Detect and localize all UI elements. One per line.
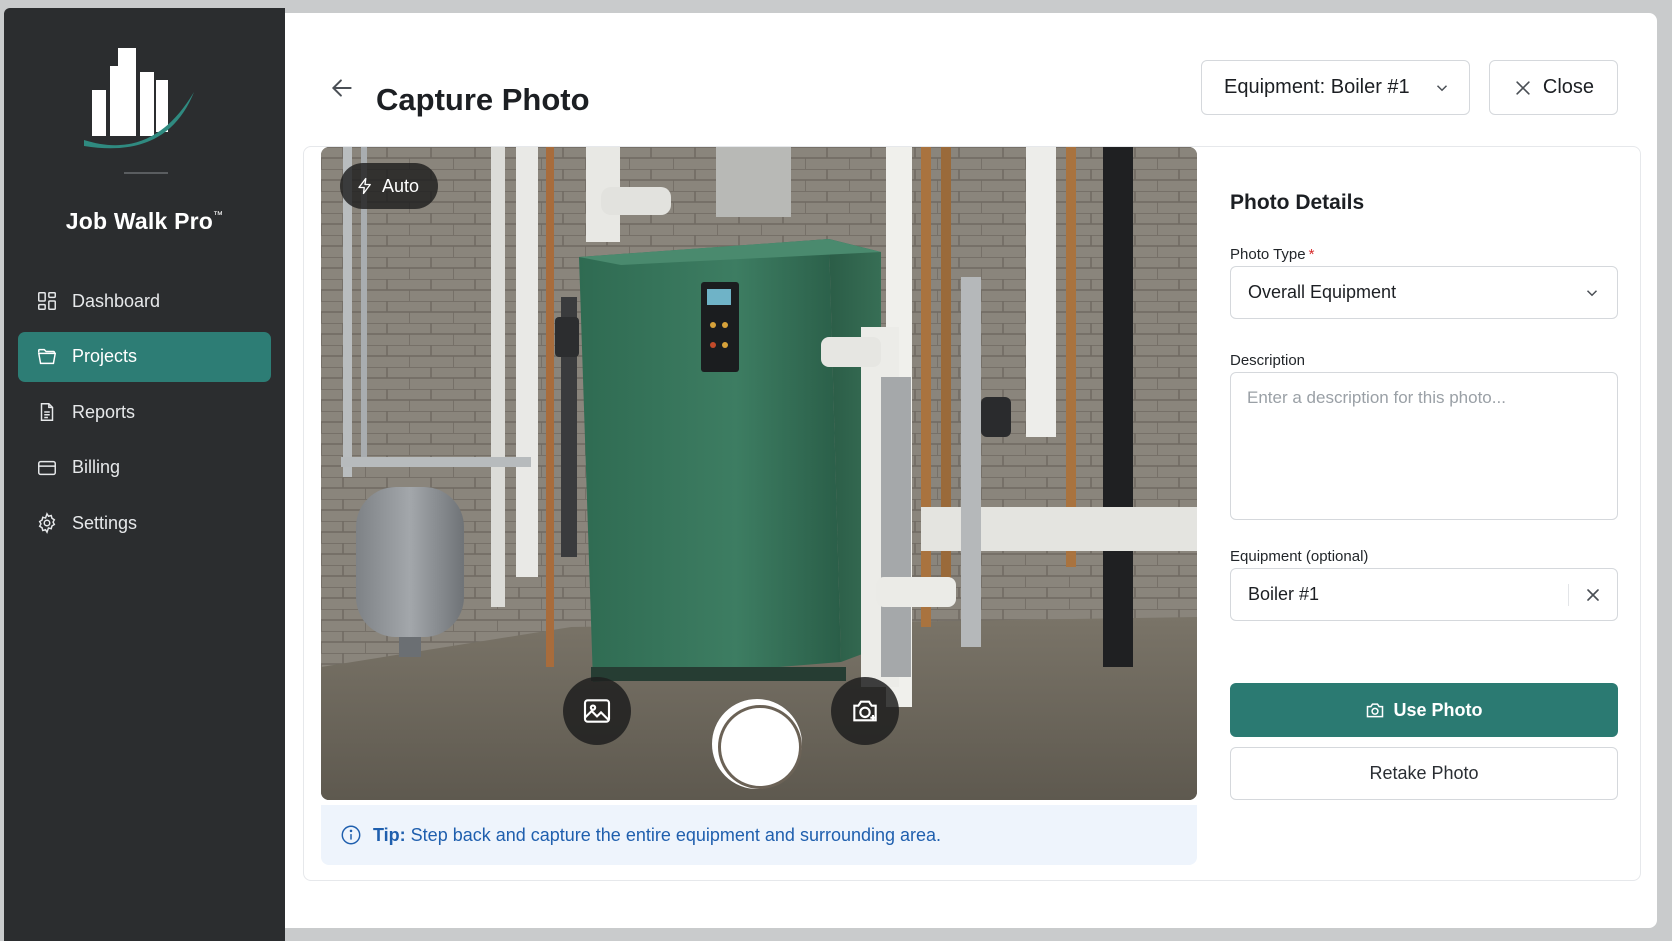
equipment-input-value: Boiler #1: [1248, 584, 1320, 604]
tip-banner: Tip: Step back and capture the entire eq…: [321, 805, 1197, 865]
page-title: Capture Photo: [376, 82, 590, 117]
sidebar-item-billing[interactable]: Billing: [18, 443, 271, 493]
description-textarea[interactable]: [1230, 372, 1618, 520]
flash-mode-label: Auto: [382, 175, 420, 196]
equipment-input[interactable]: Boiler #1: [1230, 568, 1618, 621]
sidebar-item-projects[interactable]: Projects: [18, 331, 271, 382]
lightning-icon: [358, 177, 371, 195]
brand-name: Job Walk Pro™: [65, 208, 224, 234]
sidebar: Job Walk Pro™ Dashboard Projects Reports: [4, 8, 285, 941]
chevron-down-icon: [1586, 290, 1598, 297]
use-photo-label: Use Photo: [1393, 699, 1483, 720]
arrow-left-icon: [331, 79, 352, 97]
input-divider: [1568, 584, 1569, 606]
image-gallery-icon: [583, 699, 611, 723]
required-marker: *: [1308, 246, 1315, 263]
camera-switch-icon: [853, 700, 877, 722]
close-button[interactable]: Close: [1489, 60, 1618, 115]
flash-mode-toggle[interactable]: Auto: [340, 163, 438, 209]
logo-divider: [124, 172, 168, 174]
chevron-down-icon: [1436, 85, 1448, 92]
description-label: Description: [1230, 352, 1306, 369]
switch-camera-button[interactable]: [831, 677, 899, 745]
camera-viewfinder: Auto: [321, 147, 1197, 800]
retake-photo-button[interactable]: Retake Photo: [1230, 747, 1618, 800]
tip-label: Tip:: [373, 824, 406, 845]
equipment-select-value: Equipment: Boiler #1: [1224, 76, 1410, 98]
photo-type-select[interactable]: Overall Equipment: [1230, 266, 1618, 319]
retake-photo-label: Retake Photo: [1369, 763, 1479, 783]
sidebar-item-reports[interactable]: Reports: [18, 387, 271, 437]
sidebar-item-label: Projects: [72, 346, 138, 366]
info-icon: [341, 825, 361, 845]
equipment-optional-label: Equipment (optional): [1230, 548, 1369, 565]
sidebar-item-settings[interactable]: Settings: [18, 498, 271, 548]
photo-type-label: Photo Type *: [1230, 246, 1315, 263]
equipment-select[interactable]: Equipment: Boiler #1: [1201, 60, 1470, 115]
back-button[interactable]: [327, 73, 357, 103]
gallery-button[interactable]: [563, 677, 631, 745]
close-button-label: Close: [1542, 76, 1595, 98]
close-icon: [1516, 80, 1530, 95]
folder-icon: [37, 348, 57, 364]
sidebar-item-label: Dashboard: [72, 290, 161, 311]
document-icon: [40, 403, 54, 421]
sidebar-item-label: Reports: [72, 401, 136, 422]
app-logo-icon: [84, 48, 194, 149]
dashboard-icon: [38, 292, 56, 310]
shutter-button[interactable]: [712, 699, 802, 789]
camera-icon: [1367, 703, 1384, 718]
gear-icon: [38, 512, 56, 534]
sidebar-nav: Dashboard Projects Reports Billing Setti…: [18, 276, 271, 554]
capture-photo-window: Capture Photo Equipment: Boiler #1 Close: [285, 13, 1657, 928]
tip-text: Step back and capture the entire equipme…: [410, 824, 942, 845]
clear-icon[interactable]: [1583, 585, 1603, 605]
use-photo-button[interactable]: Use Photo: [1230, 683, 1618, 737]
sidebar-item-dashboard[interactable]: Dashboard: [18, 276, 271, 326]
sidebar-item-label: Billing: [72, 457, 121, 477]
photo-type-value: Overall Equipment: [1248, 282, 1397, 302]
credit-card-icon: [38, 460, 56, 475]
photo-details-title: Photo Details: [1230, 191, 1365, 214]
sidebar-item-label: Settings: [72, 512, 138, 533]
